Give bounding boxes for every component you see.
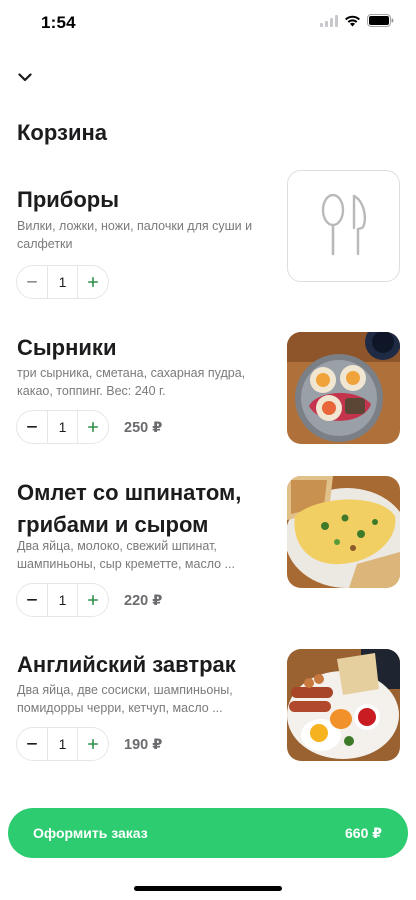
quantity-value: 1 bbox=[47, 411, 78, 443]
quantity-value: 1 bbox=[47, 584, 78, 616]
item-description: Два яйца, две сосиски, шампиньоны, помид… bbox=[17, 683, 233, 715]
quantity-stepper: 1 bbox=[16, 410, 109, 444]
quantity-value: 1 bbox=[47, 728, 78, 760]
increase-button[interactable] bbox=[78, 584, 108, 616]
item-price: 190 ₽ bbox=[124, 737, 163, 753]
item-title: Сырники bbox=[17, 335, 117, 360]
quantity-stepper: 1 bbox=[16, 727, 109, 761]
item-description: три сырника, сметана, сахарная пудра, ка… bbox=[17, 366, 246, 398]
checkout-label: Оформить заказ bbox=[33, 825, 148, 841]
syrniki-photo bbox=[287, 332, 400, 444]
battery-icon bbox=[367, 14, 394, 32]
quantity-value: 1 bbox=[47, 266, 78, 298]
status-bar: 1:54 bbox=[0, 0, 416, 44]
home-indicator bbox=[134, 886, 282, 891]
decrease-button[interactable] bbox=[17, 411, 47, 443]
decrease-button[interactable] bbox=[17, 266, 47, 298]
item-title: Приборы bbox=[17, 187, 120, 212]
increase-button[interactable] bbox=[78, 266, 108, 298]
item-description: Два яйца, молоко, свежий шпинат, шампинь… bbox=[17, 539, 235, 571]
quantity-stepper: 1 bbox=[16, 265, 109, 299]
chevron-down-icon[interactable] bbox=[12, 64, 38, 90]
english-breakfast-photo bbox=[287, 649, 400, 761]
signal-icon bbox=[320, 14, 338, 32]
item-price: 250 ₽ bbox=[124, 420, 163, 436]
checkout-button[interactable]: Оформить заказ 660 ₽ bbox=[8, 808, 408, 858]
decrease-button[interactable] bbox=[17, 584, 47, 616]
item-price: 220 ₽ bbox=[124, 593, 163, 609]
checkout-total: 660 ₽ bbox=[345, 824, 382, 841]
increase-button[interactable] bbox=[78, 411, 108, 443]
item-description: Вилки, ложки, ножи, палочки для суши и с… bbox=[17, 219, 253, 251]
wifi-icon bbox=[344, 14, 361, 32]
cutlery-icon bbox=[287, 170, 400, 282]
increase-button[interactable] bbox=[78, 728, 108, 760]
item-title: Омлет со шпинатом, грибами и сыром bbox=[17, 480, 242, 537]
decrease-button[interactable] bbox=[17, 728, 47, 760]
quantity-stepper: 1 bbox=[16, 583, 109, 617]
status-icons bbox=[320, 14, 394, 32]
status-time: 1:54 bbox=[41, 13, 76, 32]
omelette-photo bbox=[287, 476, 400, 588]
page-title: Корзина bbox=[17, 120, 107, 145]
item-title: Английский завтрак bbox=[17, 652, 236, 677]
